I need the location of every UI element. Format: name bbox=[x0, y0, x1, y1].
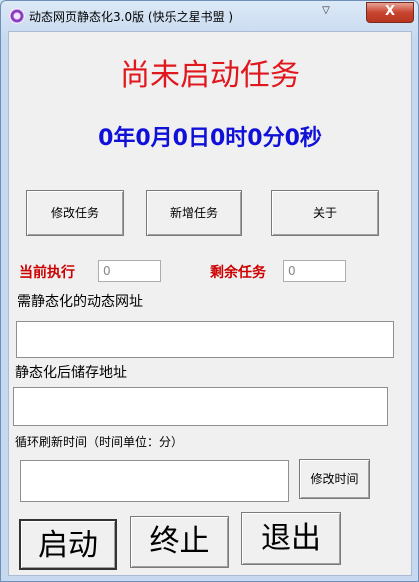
refresh-interval-input[interactable] bbox=[20, 460, 289, 502]
dynamic-url-label: 需静态化的动态网址 bbox=[17, 294, 143, 310]
main-window: 动态网页静态化3.0版 (快乐之星书盟 ) ▽ X 尚未启动任务 0年0月0日0… bbox=[0, 0, 419, 582]
add-task-button[interactable]: 新增任务 bbox=[146, 190, 242, 236]
refresh-interval-label: 循环刷新时间（时间单位：分） bbox=[15, 435, 184, 449]
dynamic-url-input[interactable] bbox=[16, 321, 394, 358]
exit-button[interactable]: 退出 bbox=[241, 512, 341, 565]
title-bar[interactable]: 动态网页静态化3.0版 (快乐之星书盟 ) ▽ X bbox=[1, 1, 418, 31]
remaining-tasks-label: 剩余任务 bbox=[210, 265, 266, 281]
modify-time-button[interactable]: 修改时间 bbox=[299, 459, 370, 499]
start-button[interactable]: 启动 bbox=[19, 519, 117, 570]
app-icon bbox=[9, 8, 25, 24]
task-status-text: 尚未启动任务 bbox=[120, 58, 300, 93]
save-path-input[interactable] bbox=[13, 387, 388, 426]
current-executing-field[interactable] bbox=[98, 260, 161, 282]
current-executing-label: 当前执行 bbox=[19, 265, 75, 281]
save-path-label: 静态化后储存地址 bbox=[15, 365, 127, 381]
remaining-tasks-field[interactable] bbox=[283, 260, 346, 282]
close-button[interactable]: X bbox=[366, 2, 414, 23]
about-button[interactable]: 关于 bbox=[271, 190, 379, 236]
countdown-text: 0年0月0日0时0分0秒 bbox=[98, 126, 322, 151]
stop-button[interactable]: 终止 bbox=[130, 516, 229, 568]
system-menu-button[interactable]: ▽ bbox=[314, 2, 338, 21]
modify-task-button[interactable]: 修改任务 bbox=[26, 190, 124, 236]
client-area: 尚未启动任务 0年0月0日0时0分0秒 修改任务 新增任务 关于 当前执行 剩余… bbox=[8, 31, 412, 576]
window-title: 动态网页静态化3.0版 (快乐之星书盟 ) bbox=[29, 10, 234, 24]
